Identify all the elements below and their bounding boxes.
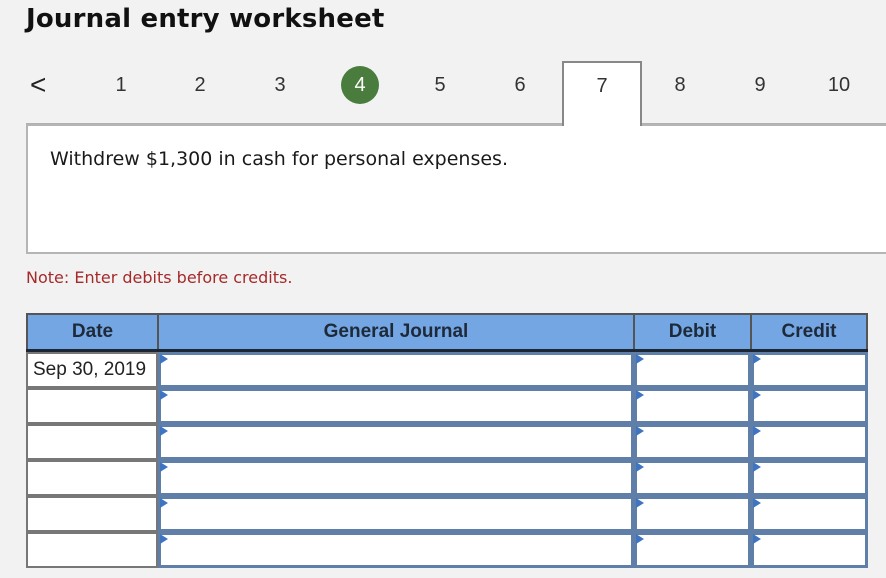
debit-input[interactable] [634, 496, 751, 532]
debit-input[interactable] [634, 460, 751, 496]
credit-input[interactable] [751, 496, 868, 532]
step-2[interactable]: 2 [180, 72, 220, 98]
debit-input[interactable] [634, 424, 751, 460]
debit-input[interactable] [634, 388, 751, 424]
step-7-current[interactable]: 7 [562, 61, 642, 126]
page-title: Journal entry worksheet [26, 4, 385, 34]
debit-input[interactable] [634, 532, 751, 568]
credit-input[interactable] [751, 388, 868, 424]
credit-input[interactable] [751, 532, 868, 568]
chevron-left-icon[interactable]: < [30, 70, 46, 100]
credit-input[interactable] [751, 352, 868, 388]
date-cell [26, 388, 158, 424]
transaction-description: Withdrew $1,300 in cash for personal exp… [50, 148, 508, 170]
column-header-credit: Credit [750, 313, 868, 351]
account-input[interactable] [158, 388, 634, 424]
credit-input[interactable] [751, 460, 868, 496]
account-input[interactable] [158, 424, 634, 460]
account-input[interactable] [158, 460, 634, 496]
step-4-completed[interactable]: 4 [341, 66, 379, 104]
transaction-prompt-box: Withdrew $1,300 in cash for personal exp… [26, 124, 886, 254]
step-5[interactable]: 5 [420, 72, 460, 98]
step-9[interactable]: 9 [740, 72, 780, 98]
credit-input[interactable] [751, 424, 868, 460]
account-input[interactable] [158, 496, 634, 532]
date-cell [26, 424, 158, 460]
date-cell: Sep 30, 2019 [26, 352, 158, 388]
step-navigation: < 1 2 3 4 5 6 7 8 9 10 [0, 60, 886, 126]
account-input[interactable] [158, 532, 634, 568]
column-header-date: Date [26, 313, 159, 351]
date-cell [26, 460, 158, 496]
step-8[interactable]: 8 [660, 72, 700, 98]
step-1[interactable]: 1 [101, 72, 141, 98]
date-cell [26, 532, 158, 568]
step-6[interactable]: 6 [500, 72, 540, 98]
instruction-note: Note: Enter debits before credits. [26, 268, 293, 287]
step-3[interactable]: 3 [260, 72, 300, 98]
date-cell [26, 496, 158, 532]
column-header-debit: Debit [633, 313, 752, 351]
account-input[interactable] [158, 352, 634, 388]
step-10[interactable]: 10 [819, 72, 859, 98]
column-header-general-journal: General Journal [157, 313, 635, 351]
debit-input[interactable] [634, 352, 751, 388]
